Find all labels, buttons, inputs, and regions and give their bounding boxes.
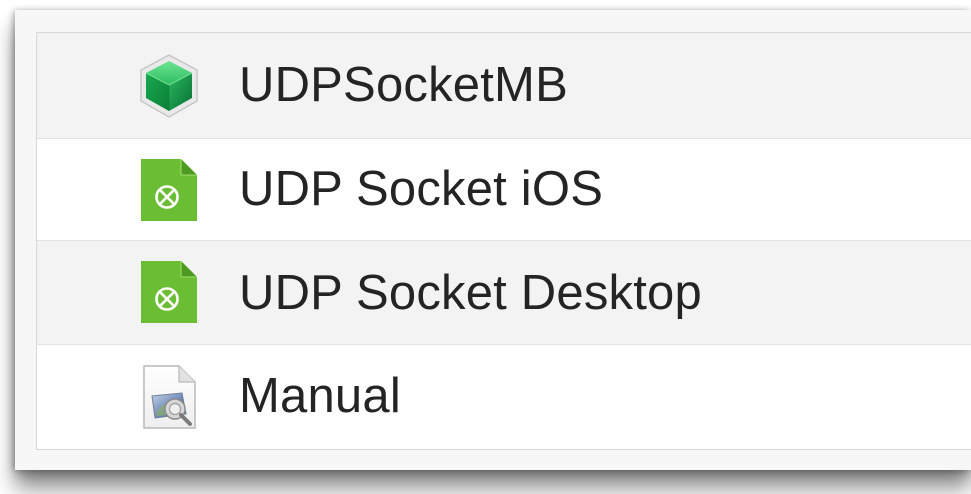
- file-list: UDPSocketMB UDP Socket iOS UDP Socket De…: [36, 32, 971, 450]
- item-label: UDP Socket Desktop: [239, 266, 702, 320]
- green-document-icon: [139, 260, 199, 324]
- list-item-udp-socket-ios[interactable]: UDP Socket iOS: [37, 139, 971, 241]
- green-cube-project-icon: [139, 54, 199, 118]
- preview-document-icon: [139, 365, 199, 429]
- list-item-manual[interactable]: Manual: [37, 345, 971, 450]
- list-item-udpsocketmb[interactable]: UDPSocketMB: [37, 33, 971, 139]
- green-document-icon: [139, 158, 199, 222]
- screenshot-stage: UDPSocketMB UDP Socket iOS UDP Socket De…: [0, 0, 971, 494]
- finder-window: UDPSocketMB UDP Socket iOS UDP Socket De…: [15, 10, 971, 470]
- item-label: UDPSocketMB: [239, 58, 568, 112]
- item-label: Manual: [239, 369, 401, 423]
- list-item-udp-socket-desktop[interactable]: UDP Socket Desktop: [37, 241, 971, 345]
- item-label: UDP Socket iOS: [239, 162, 604, 216]
